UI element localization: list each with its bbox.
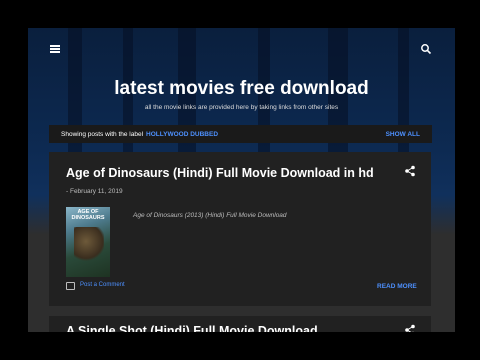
blog-title[interactable]: latest movies free download [28, 78, 455, 100]
search-icon[interactable] [420, 43, 432, 55]
post-title[interactable]: A Single Shot (Hindi) Full Movie Downloa… [66, 324, 318, 332]
post-title[interactable]: Age of Dinosaurs (Hindi) Full Movie Down… [66, 166, 374, 180]
post-card: A Single Shot (Hindi) Full Movie Downloa… [49, 316, 431, 332]
post-card: Age of Dinosaurs (Hindi) Full Movie Down… [49, 152, 431, 306]
comment-icon[interactable] [66, 282, 75, 290]
hamburger-icon[interactable] [50, 45, 60, 53]
label-filter-bar: Showing posts with the label HOLLYWOOD D… [49, 125, 432, 143]
browser-viewport: latest movies free download all the movi… [28, 28, 455, 332]
poster-title: AGE OF DINOSAURS [71, 209, 105, 221]
share-icon[interactable] [404, 324, 416, 332]
dinosaur-image [74, 227, 104, 263]
blog-description: all the movie links are provided here by… [144, 104, 339, 111]
top-bar [28, 28, 455, 72]
read-more-link[interactable]: READ MORE [377, 283, 417, 290]
post-excerpt: Age of Dinosaurs (2013) (Hindi) Full Mov… [133, 212, 287, 219]
label-prefix: Showing posts with the label [61, 130, 144, 138]
label-name: HOLLYWOOD DUBBED [146, 130, 219, 138]
show-all-link[interactable]: SHOW ALL [386, 131, 420, 138]
post-date: - February 11, 2019 [66, 188, 123, 195]
share-icon[interactable] [404, 165, 416, 177]
post-comment-link[interactable]: Post a Comment [80, 282, 125, 288]
post-thumbnail[interactable]: AGE OF DINOSAURS [66, 207, 110, 277]
